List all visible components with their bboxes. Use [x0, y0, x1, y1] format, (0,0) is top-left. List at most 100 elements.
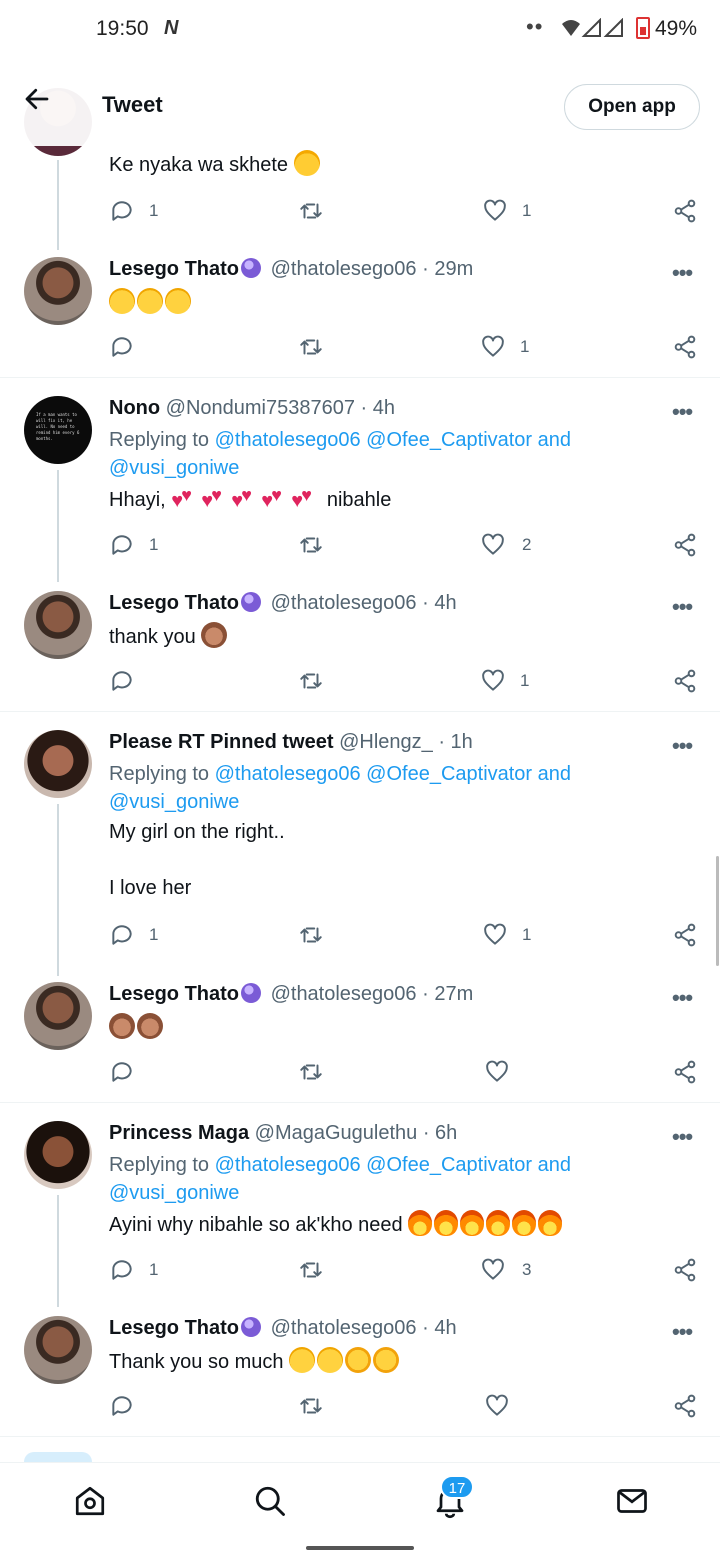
retweet-button[interactable]: [298, 1255, 324, 1285]
and-link[interactable]: and: [538, 763, 571, 785]
author-name[interactable]: Lesego Thato: [109, 592, 239, 614]
avatar[interactable]: [24, 591, 92, 659]
and-link[interactable]: and: [538, 1154, 571, 1176]
retweet-button[interactable]: [298, 1057, 324, 1087]
more-dots-icon[interactable]: •••: [672, 1319, 693, 1345]
more-dots-icon[interactable]: •••: [672, 399, 693, 425]
tweet-text: thank you: [109, 626, 196, 648]
scrollbar[interactable]: [716, 856, 719, 966]
tweet-time[interactable]: · 4h: [361, 397, 395, 419]
tweet-time[interactable]: · 27m: [422, 983, 473, 1005]
author-name[interactable]: Princess Maga: [109, 1122, 249, 1144]
reply-button[interactable]: [109, 332, 135, 362]
retweet-button[interactable]: [298, 666, 324, 696]
avatar[interactable]: If a man wants to will fix it, he will. …: [24, 396, 92, 464]
notifications-badge[interactable]: 17: [440, 1475, 474, 1499]
share-button[interactable]: [672, 1255, 698, 1285]
reply-button[interactable]: 1: [109, 530, 158, 560]
tweet-header: Lesego Thato @thatolesego06 · 27m: [109, 983, 473, 1006]
tweet[interactable]: Lesego Thato @thatolesego06 · 29m ••• 1: [0, 250, 720, 378]
retweet-button[interactable]: [298, 196, 324, 226]
retweet-button[interactable]: [298, 920, 324, 950]
tweet[interactable]: Lesego Thato @thatolesego06 · 4h ••• Tha…: [0, 1309, 720, 1437]
tweet-time[interactable]: · 4h: [422, 592, 456, 614]
more-dots-icon[interactable]: •••: [672, 594, 693, 620]
share-button[interactable]: [672, 920, 698, 950]
reply-button[interactable]: [109, 666, 135, 696]
share-button[interactable]: [672, 196, 698, 226]
retweet-button[interactable]: [298, 332, 324, 362]
author-handle[interactable]: @thatolesego06: [271, 983, 417, 1005]
avatar[interactable]: [24, 1316, 92, 1384]
tweet[interactable]: If a man wants to will fix it, he will. …: [0, 378, 720, 582]
avatar[interactable]: [24, 730, 92, 798]
and-link[interactable]: and: [538, 429, 571, 451]
author-name[interactable]: Lesego Thato: [109, 1317, 239, 1339]
like-button[interactable]: 1: [480, 666, 529, 696]
reply-button[interactable]: [109, 1391, 135, 1421]
tweet[interactable]: Lesego Thato @thatolesego06 · 27m •••: [0, 975, 720, 1103]
mention-link[interactable]: @Ofee_Captivator: [366, 1154, 532, 1176]
hugging-face-emoji: [373, 1347, 400, 1373]
avatar-partial[interactable]: [24, 1452, 92, 1462]
more-dots-icon[interactable]: •••: [672, 733, 693, 759]
share-button[interactable]: [672, 1391, 698, 1421]
like-button[interactable]: 3: [480, 1255, 531, 1285]
mention-link[interactable]: @thatolesego06: [215, 429, 361, 451]
avatar[interactable]: [24, 257, 92, 325]
tweet-time[interactable]: · 6h: [423, 1122, 457, 1144]
more-dots-icon[interactable]: •••: [672, 1124, 693, 1150]
mention-link[interactable]: @Ofee_Captivator: [366, 429, 532, 451]
avatar[interactable]: [24, 982, 92, 1050]
tweet[interactable]: Lesego Thato @thatolesego06 · 4h ••• tha…: [0, 584, 720, 712]
mention-link[interactable]: @thatolesego06: [215, 1154, 361, 1176]
reply-button[interactable]: 1: [109, 196, 158, 226]
search-icon[interactable]: [252, 1483, 288, 1519]
arrow-left-icon[interactable]: [22, 84, 52, 114]
author-handle[interactable]: @Nondumi75387607: [166, 397, 355, 419]
like-button[interactable]: 1: [482, 196, 531, 226]
reply-button[interactable]: [109, 1057, 135, 1087]
author-name[interactable]: Please RT Pinned tweet: [109, 731, 334, 753]
like-button[interactable]: 1: [482, 920, 531, 950]
like-button[interactable]: [484, 1391, 510, 1421]
tweet-feed[interactable]: Ke nyaka wa skhete 1 1 Lesego Thato @tha…: [0, 0, 720, 1462]
author-name[interactable]: Nono: [109, 397, 160, 419]
open-app-button[interactable]: Open app: [564, 84, 700, 130]
like-button[interactable]: 2: [480, 530, 531, 560]
mention-link[interactable]: @vusi_goniwe: [109, 457, 239, 479]
author-handle[interactable]: @Hlengz_: [339, 731, 433, 753]
retweet-button[interactable]: [298, 530, 324, 560]
like-button[interactable]: 1: [480, 332, 529, 362]
tweet[interactable]: Princess Maga @MagaGugulethu · 6h ••• Re…: [0, 1103, 720, 1307]
hugging-face-emoji: [345, 1347, 372, 1373]
share-button[interactable]: [672, 666, 698, 696]
author-name[interactable]: Lesego Thato: [109, 983, 239, 1005]
tweet-time[interactable]: · 1h: [438, 731, 472, 753]
gesture-home-indicator[interactable]: [306, 1546, 414, 1550]
author-handle[interactable]: @MagaGugulethu: [255, 1122, 418, 1144]
share-button[interactable]: [672, 332, 698, 362]
author-name[interactable]: Lesego Thato: [109, 258, 239, 280]
share-button[interactable]: [672, 530, 698, 560]
home-icon[interactable]: [72, 1483, 108, 1519]
tweet-time[interactable]: · 29m: [422, 258, 473, 280]
reply-button[interactable]: 1: [109, 1255, 158, 1285]
more-dots-icon[interactable]: •••: [672, 260, 693, 286]
envelope-icon[interactable]: [614, 1483, 650, 1519]
mention-link[interactable]: @thatolesego06: [215, 763, 361, 785]
author-handle[interactable]: @thatolesego06: [271, 258, 417, 280]
retweet-button[interactable]: [298, 1391, 324, 1421]
tweet-time[interactable]: · 4h: [422, 1317, 456, 1339]
mention-link[interactable]: @vusi_goniwe: [109, 791, 239, 813]
author-handle[interactable]: @thatolesego06: [271, 592, 417, 614]
mention-link[interactable]: @Ofee_Captivator: [366, 763, 532, 785]
avatar[interactable]: [24, 1121, 92, 1189]
reply-button[interactable]: 1: [109, 920, 158, 950]
more-dots-icon[interactable]: •••: [672, 985, 693, 1011]
mention-link[interactable]: @vusi_goniwe: [109, 1182, 239, 1204]
share-button[interactable]: [672, 1057, 698, 1087]
tweet[interactable]: Please RT Pinned tweet @Hlengz_ · 1h •••…: [0, 712, 720, 976]
like-button[interactable]: [484, 1057, 510, 1087]
author-handle[interactable]: @thatolesego06: [271, 1317, 417, 1339]
